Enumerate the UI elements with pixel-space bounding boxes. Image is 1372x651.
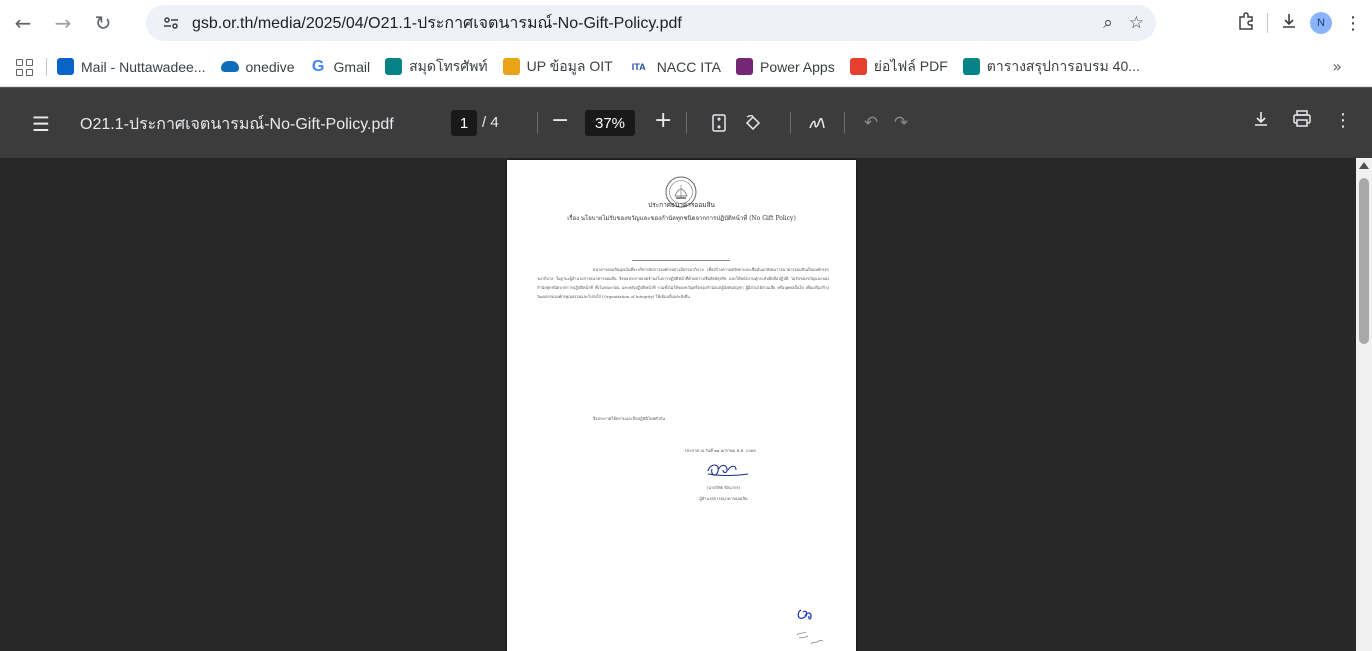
zoom-level-input[interactable]: 37% [585, 110, 635, 136]
undo-icon[interactable]: ↶ [858, 110, 884, 136]
bookmark-label: ตารางสรุปการอบรม 40... [986, 57, 1140, 74]
bookmark-item[interactable]: G Gmail [310, 57, 371, 75]
toolbar-divider [686, 112, 687, 134]
zoom-in-button[interactable]: + [654, 108, 672, 133]
bookmark-item[interactable]: ตารางสรุปการอบรม 40... [962, 56, 1140, 78]
announcement-heading: ประกาศธนาคารออมสิน [648, 201, 715, 209]
page-total: / 4 [482, 114, 499, 131]
extensions-icon[interactable] [1237, 11, 1255, 35]
bookmark-item[interactable]: UP ข้อมูล OIT [502, 56, 613, 78]
toolbar-divider [790, 112, 791, 134]
zoom-lens-icon[interactable]: ⌕ [1103, 13, 1113, 33]
site-settings-icon [164, 17, 178, 29]
announcement-body: ธนาคารออมสินมุ่งเน้นที่จะบริหารจัดการองค… [537, 267, 829, 299]
bookmark-label: Mail - Nuttawadee... [81, 58, 206, 75]
signature-image [707, 464, 749, 477]
scroll-up-arrow-icon[interactable] [1359, 162, 1369, 169]
rotate-icon[interactable] [740, 110, 766, 136]
onedrive-cloud-icon [220, 61, 239, 72]
toolbar-divider [1267, 13, 1268, 33]
back-button[interactable]: ← [6, 6, 40, 40]
toolbar-divider [844, 112, 845, 134]
sharepoint-icon [962, 58, 980, 75]
bookmark-star-icon[interactable]: ☆ [1129, 13, 1144, 33]
bookmarks-divider [46, 57, 47, 76]
browser-menu-icon[interactable]: ⋮ [1344, 13, 1362, 34]
google-icon: G [311, 57, 325, 75]
pdf-viewer[interactable]: ประกาศธนาคารออมสิน เรื่อง นโยบายไม่รับขอ… [0, 158, 1356, 651]
bookmark-label: ย่อไฟล์ PDF [873, 57, 948, 74]
bookmark-item[interactable]: onedive [220, 58, 295, 75]
bookmark-item[interactable]: ITA NACC ITA [628, 58, 721, 75]
outlook-icon [57, 58, 74, 75]
bookmark-label: สมุดโทรศัพท์ [409, 57, 488, 74]
url-text[interactable]: gsb.or.th/media/2025/04/O21.1-ประกาศเจตน… [192, 11, 682, 36]
announcement-closing: จึงประกาศให้ทราบและถือปฏิบัติโดยทั่วกัน [593, 416, 665, 421]
up-oit-icon [502, 58, 520, 75]
ita-icon: ITA [631, 61, 646, 72]
draw-annotate-icon[interactable] [804, 110, 830, 136]
page-number-input[interactable]: 1 [451, 110, 477, 136]
reload-button[interactable]: ↻ [86, 6, 120, 40]
address-bar[interactable]: gsb.or.th/media/2025/04/O21.1-ประกาศเจตน… [146, 5, 1156, 41]
pdf-menu-icon[interactable]: ☰ [32, 112, 50, 136]
more-bookmarks-icon[interactable]: » [1332, 57, 1342, 76]
bookmark-label: NACC ITA [656, 58, 721, 75]
initials-mark-image [796, 609, 824, 645]
signer-title: ผู้อำนวยการธนาคารออมสิน [699, 496, 748, 501]
sharepoint-icon [385, 58, 403, 75]
bookmark-label: UP ข้อมูล OIT [526, 57, 613, 74]
announcement-subject: เรื่อง นโยบายไม่รับของขวัญและของกำนัลทุก… [567, 215, 796, 222]
forward-button[interactable]: → [46, 6, 80, 40]
bookmark-label: Gmail [333, 58, 371, 75]
profile-avatar[interactable]: N [1310, 12, 1332, 34]
redo-icon[interactable]: ↷ [888, 110, 914, 136]
fit-to-page-icon[interactable] [706, 110, 732, 136]
pdf-filename: O21.1-ประกาศเจตนารมณ์-No-Gift-Policy.pdf [80, 116, 394, 133]
bookmarks-bar: Mail - Nuttawadee... onedive G Gmail สมุดโทร… [0, 47, 1372, 87]
bookmark-item[interactable]: สมุดโทรศัพท์ [385, 56, 488, 78]
downloads-icon[interactable] [1280, 12, 1298, 35]
site-info-button[interactable] [156, 16, 186, 30]
browser-toolbar: ← → ↻ gsb.or.th/media/2025/04/O21.1-ประก… [0, 0, 1372, 47]
pdf-page: ประกาศธนาคารออมสิน เรื่อง นโยบายไม่รับขอ… [507, 160, 856, 651]
pdf-compress-icon [849, 58, 867, 75]
bookmark-item[interactable]: Power Apps [736, 58, 835, 75]
bookmark-label: Power Apps [760, 58, 835, 75]
zoom-out-button[interactable]: − [551, 108, 569, 133]
bookmark-item[interactable]: Mail - Nuttawadee... [57, 58, 206, 75]
pdf-more-icon[interactable]: ⋮ [1334, 110, 1352, 133]
print-icon[interactable] [1292, 110, 1312, 133]
signer-name: (นายวิทัย รัตนากร) [706, 485, 741, 490]
scrollbar-thumb[interactable] [1359, 178, 1369, 344]
power-apps-icon [736, 58, 753, 75]
forward-arrow-icon: → [54, 11, 72, 35]
pdf-download-icon[interactable] [1252, 110, 1270, 133]
pdf-toolbar: ☰ O21.1-ประกาศเจตนารมณ์-No-Gift-Policy.p… [0, 88, 1372, 158]
bookmark-label: onedive [245, 58, 295, 75]
reload-icon: ↻ [94, 11, 112, 35]
toolbar-divider [537, 112, 538, 134]
bookmark-item[interactable]: ย่อไฟล์ PDF [849, 56, 948, 78]
apps-grid-icon[interactable] [12, 54, 38, 80]
announcement-date: ประกาศ ณ วันที่ ๒๑ มกราคม พ.ศ. 2568 [685, 448, 756, 453]
vertical-scrollbar[interactable] [1356, 158, 1372, 651]
heading-rule [632, 260, 730, 261]
back-arrow-icon: ← [14, 11, 32, 35]
